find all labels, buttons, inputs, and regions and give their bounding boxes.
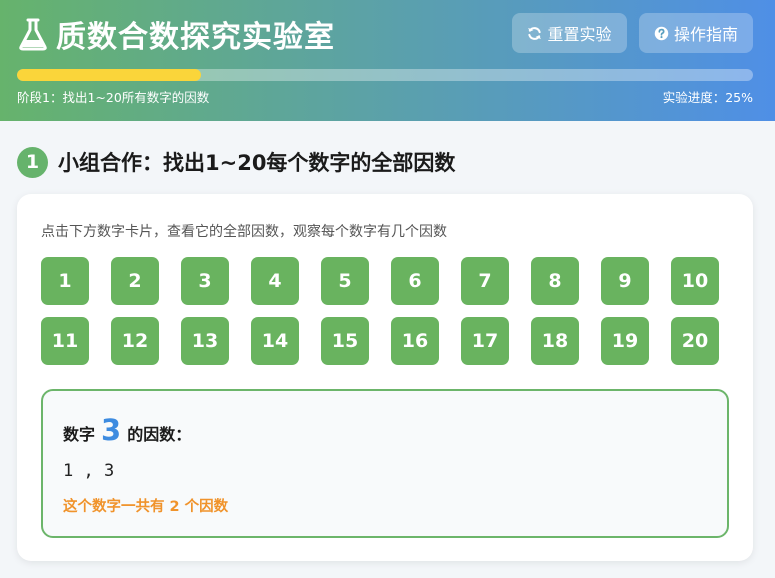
section-heading: 1 小组合作：找出1~20每个数字的全部因数: [17, 146, 455, 178]
factor-list: 1 , 3: [63, 461, 115, 481]
number-card-4[interactable]: 4: [251, 257, 299, 305]
reset-experiment-label: 重置实验: [547, 25, 612, 44]
number-card-11[interactable]: 11: [41, 317, 89, 365]
selected-number: 3: [101, 413, 122, 447]
number-card-16[interactable]: 16: [391, 317, 439, 365]
number-card-18[interactable]: 18: [531, 317, 579, 365]
progress-bar: [17, 69, 753, 81]
number-card-6[interactable]: 6: [391, 257, 439, 305]
step-badge: 1: [17, 146, 48, 178]
section-title: 小组合作：找出1~20每个数字的全部因数: [58, 151, 456, 175]
refresh-icon: [528, 26, 542, 40]
question-circle-icon: [654, 26, 669, 40]
progress-bar-fill: [17, 69, 201, 81]
factor-card: 点击下方数字卡片，查看它的全部因数，观察每个数字有几个因数 1234567891…: [17, 194, 753, 561]
number-card-19[interactable]: 19: [601, 317, 649, 365]
number-card-14[interactable]: 14: [251, 317, 299, 365]
result-suffix: 的因数：: [127, 425, 192, 444]
header-banner: 质数合数探究实验室 重置实验 操作指南 阶段1：找出1~20所有数字的因数 实验…: [0, 0, 775, 121]
app-title: 质数合数探究实验室: [18, 14, 335, 55]
number-card-20[interactable]: 20: [671, 317, 719, 365]
number-card-grid: 1 2 3 4 5 6 7 8 9 10 11 12 13 14 15 16 17 18 19 20: [41, 257, 719, 367]
app-title-text: 质数合数探究实验室: [56, 20, 335, 55]
result-heading: 数字 3 的因数：: [63, 413, 191, 447]
number-card-7[interactable]: 7: [461, 257, 509, 305]
number-card-12[interactable]: 12: [111, 317, 159, 365]
number-card-8[interactable]: 8: [531, 257, 579, 305]
number-card-1[interactable]: 1: [41, 257, 89, 305]
stage-text: 阶段1：找出1~20所有数字的因数: [17, 90, 210, 105]
guide-button[interactable]: 操作指南: [639, 13, 753, 53]
number-card-17[interactable]: 17: [461, 317, 509, 365]
reset-experiment-button[interactable]: 重置实验: [512, 13, 627, 53]
flask-icon: [19, 18, 47, 51]
guide-label: 操作指南: [673, 25, 738, 44]
number-card-15[interactable]: 15: [321, 317, 369, 365]
number-card-13[interactable]: 13: [181, 317, 229, 365]
factor-count-text: 这个数字一共有 2 个因数: [63, 499, 229, 515]
progress-text: 实验进度：25%: [662, 90, 753, 105]
factor-result-panel: 数字 3 的因数： 1 , 3 这个数字一共有 2 个因数: [41, 389, 729, 538]
number-card-2[interactable]: 2: [111, 257, 159, 305]
number-card-5[interactable]: 5: [321, 257, 369, 305]
number-card-10[interactable]: 10: [671, 257, 719, 305]
result-prefix: 数字: [63, 425, 96, 444]
number-card-3[interactable]: 3: [181, 257, 229, 305]
number-card-9[interactable]: 9: [601, 257, 649, 305]
instructions-text: 点击下方数字卡片，查看它的全部因数，观察每个数字有几个因数: [41, 224, 447, 240]
